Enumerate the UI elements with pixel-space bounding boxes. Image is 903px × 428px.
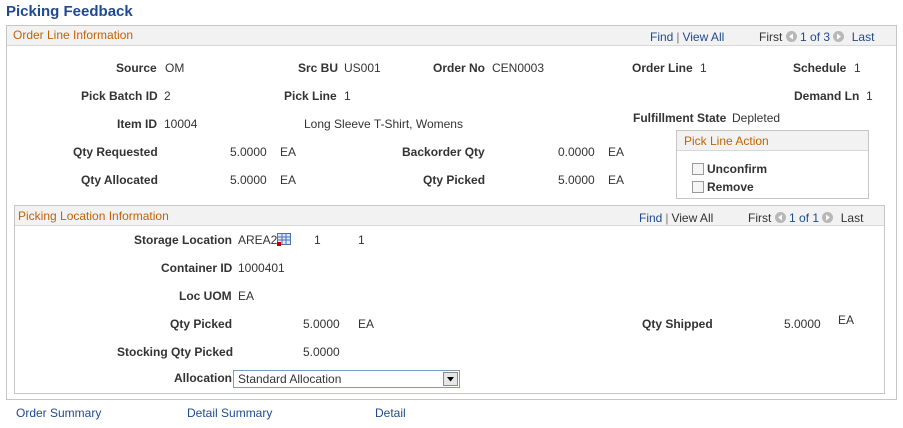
last-link[interactable]: Last <box>852 30 875 44</box>
source-value: OM <box>165 61 185 75</box>
previous-icon[interactable] <box>785 31 797 42</box>
container-id-value: 1000401 <box>238 261 285 275</box>
source-label: Source <box>116 61 157 75</box>
loc-uom-label: Loc UOM <box>179 289 232 303</box>
previous-icon[interactable] <box>774 212 786 223</box>
qty-allocated-uom: EA <box>280 173 297 187</box>
picking-location-nav: Find | View All <box>639 211 714 225</box>
detail-summary-link[interactable]: Detail Summary <box>187 406 272 420</box>
location-qty-picked-uom: EA <box>358 317 375 331</box>
item-id-value: 10004 <box>164 117 198 131</box>
order-line-title: Order Line Information <box>13 28 134 42</box>
find-link[interactable]: Find <box>650 30 673 44</box>
page-title: Picking Feedback <box>6 3 133 20</box>
order-line-label: Order Line <box>632 61 693 75</box>
pick-line-action-title: Pick Line Action <box>684 134 769 148</box>
fulfillment-state-label: Fulfillment State <box>633 111 727 125</box>
backorder-qty-value: 0.0000 <box>558 145 595 159</box>
chevron-down-icon[interactable] <box>443 372 458 386</box>
backorder-qty-uom: EA <box>608 145 625 159</box>
remove-option[interactable]: Remove <box>692 180 754 194</box>
backorder-qty-label: Backorder Qty <box>402 145 485 159</box>
picking-location-header: Picking Location Information Find | View A… <box>15 206 884 226</box>
location-qty-picked-label: Qty Picked <box>170 317 233 331</box>
demand-ln-value: 1 <box>866 89 873 103</box>
item-id-label: Item ID <box>117 117 158 131</box>
storage-location-label: Storage Location <box>134 233 233 247</box>
next-icon[interactable] <box>833 31 845 42</box>
remove-label: Remove <box>707 180 754 194</box>
location-qty-picked-value: 5.0000 <box>303 317 340 331</box>
qty-picked-value: 5.0000 <box>558 173 595 187</box>
pick-line-action-header: Pick Line Action <box>677 131 868 151</box>
order-no-value: CEN0003 <box>492 61 545 75</box>
schedule-label: Schedule <box>793 61 847 75</box>
qty-requested-label: Qty Requested <box>73 145 158 159</box>
allocation-selected-value: Standard Allocation <box>238 372 342 386</box>
next-icon[interactable] <box>822 212 834 223</box>
allocation-select[interactable]: Standard Allocation <box>233 370 460 388</box>
item-description: Long Sleeve T-Shirt, Womens <box>304 117 463 131</box>
storage-level-value: 1 <box>358 233 365 247</box>
stocking-qty-picked-value: 5.0000 <box>303 345 340 359</box>
pick-line-label: Pick Line <box>284 89 337 103</box>
storage-area-value: 1 <box>314 233 321 247</box>
fulfillment-state-value: Depleted <box>732 111 781 125</box>
find-link[interactable]: Find <box>639 211 662 225</box>
row-range: 1 of 1 <box>789 211 820 225</box>
pick-batch-value: 2 <box>164 89 171 103</box>
demand-ln-label: Demand Ln <box>794 89 860 103</box>
container-id-label: Container ID <box>161 261 233 275</box>
view-all-label[interactable]: View All <box>671 211 713 225</box>
qty-requested-uom: EA <box>280 145 297 159</box>
order-line-nav: Find | View All <box>650 30 725 44</box>
schedule-value: 1 <box>854 61 861 75</box>
unconfirm-label: Unconfirm <box>707 162 767 176</box>
qty-allocated-label: Qty Allocated <box>81 173 158 187</box>
qty-picked-label: Qty Picked <box>423 173 486 187</box>
detail-link[interactable]: Detail <box>375 406 406 420</box>
unconfirm-option[interactable]: Unconfirm <box>692 162 767 176</box>
remove-checkbox[interactable] <box>692 181 704 193</box>
order-line-header: Order Line Information Find | View All Fir… <box>7 26 896 46</box>
allocation-label: Allocation <box>174 371 233 385</box>
order-no-label: Order No <box>433 61 486 75</box>
storage-location-value: AREA2 <box>238 233 278 247</box>
unconfirm-checkbox[interactable] <box>692 163 704 175</box>
src-bu-label: Src BU <box>298 61 339 75</box>
row-range: 1 of 3 <box>800 30 831 44</box>
order-line-value: 1 <box>700 61 707 75</box>
pick-line-value: 1 <box>344 89 351 103</box>
picking-location-title: Picking Location Information <box>18 209 169 223</box>
stocking-qty-picked-label: Stocking Qty Picked <box>117 345 234 359</box>
first-label: First <box>759 30 783 44</box>
order-summary-link[interactable]: Order Summary <box>16 406 101 420</box>
qty-shipped-value: 5.0000 <box>784 317 821 331</box>
view-all-link[interactable]: View All <box>682 30 724 44</box>
pick-batch-label: Pick Batch ID <box>81 89 158 103</box>
last-label[interactable]: Last <box>841 211 864 225</box>
qty-picked-uom: EA <box>608 173 625 187</box>
qty-shipped-label: Qty Shipped <box>642 317 713 331</box>
qty-allocated-value: 5.0000 <box>230 173 267 187</box>
pick-line-action-section: Pick Line Action Unconfirm Remove <box>676 130 869 199</box>
src-bu-value: US001 <box>344 61 381 75</box>
picking-location-pager: First 1 of 1 Last <box>748 211 863 225</box>
order-line-pager: First 1 of 3 Last <box>759 30 874 44</box>
qty-shipped-uom: EA <box>838 313 855 327</box>
qty-requested-value: 5.0000 <box>230 145 267 159</box>
storage-location-lookup-icon[interactable] <box>277 233 291 246</box>
loc-uom-value: EA <box>238 289 255 303</box>
first-label: First <box>748 211 772 225</box>
